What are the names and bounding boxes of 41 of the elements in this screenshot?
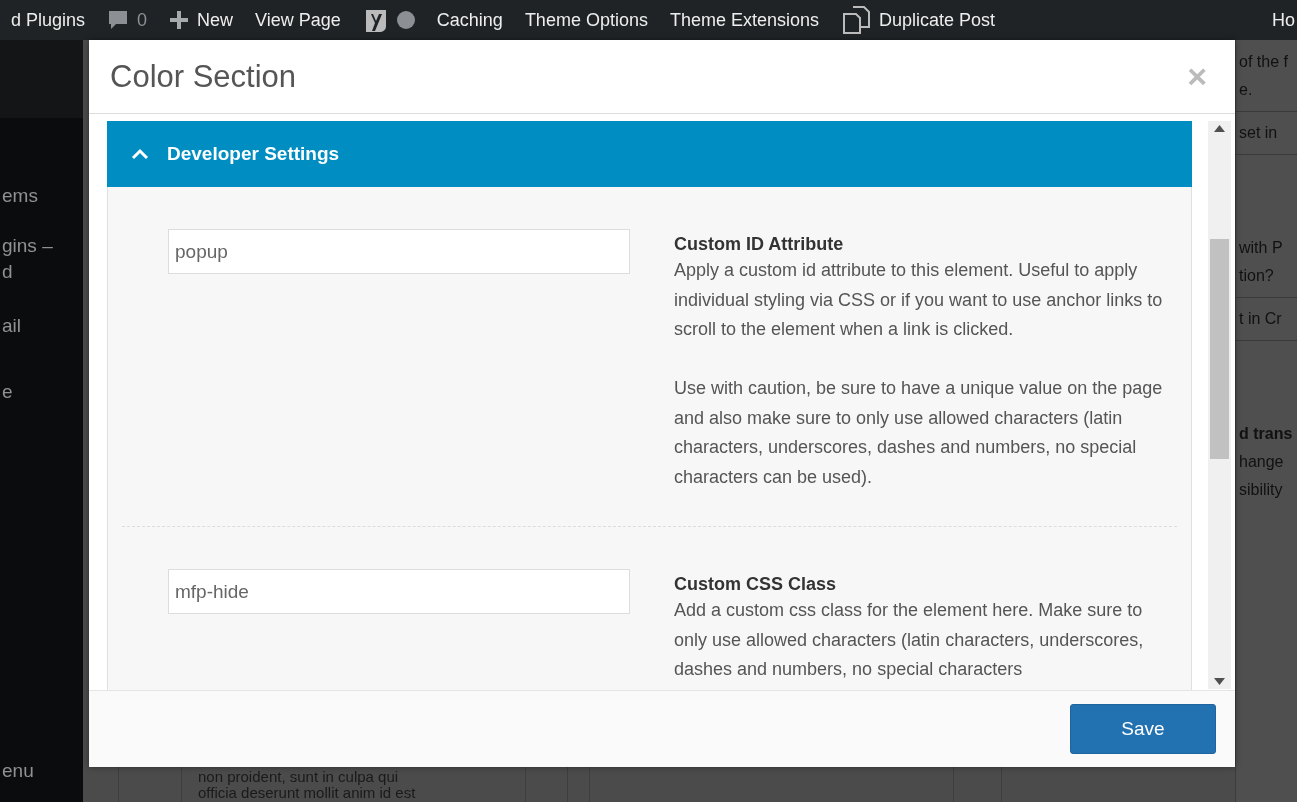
speech-bubble-icon <box>107 9 130 31</box>
background-text: hange <box>1238 452 1284 472</box>
admin-bar-link[interactable]: View Page <box>244 0 352 40</box>
chevron-up-icon <box>131 148 149 160</box>
background-text: tion? <box>1238 266 1274 286</box>
background-heading: d trans <box>1238 424 1293 444</box>
status-dot-icon <box>396 11 415 29</box>
admin-bar-link[interactable]: Theme Options <box>513 0 659 40</box>
menu-item[interactable]: ems <box>2 183 38 209</box>
field-description: Add a custom css class for the element here. Make sure to only use allowed characters (latin characters, underscores, dashes and numbers, no special characters <box>674 599 1145 681</box>
field-label: Custom ID Attribute <box>674 233 845 255</box>
accordion-header[interactable]: Developer Settings <box>107 121 1192 187</box>
admin-bar-link[interactable]: Caching <box>425 0 514 40</box>
field-label: Custom CSS Class <box>674 573 838 595</box>
background-text: t in Cr <box>1238 309 1282 329</box>
background-text: of the f <box>1238 52 1288 72</box>
new-link[interactable]: New <box>158 0 245 40</box>
text-field[interactable]: popup <box>168 229 630 274</box>
duplicate-post-link[interactable]: Duplicate Post <box>830 0 1007 40</box>
comments-link[interactable]: 0 <box>96 0 159 40</box>
background-text: set in <box>1238 123 1278 143</box>
background-text: with P <box>1238 238 1283 258</box>
modal-title: Color Section <box>110 58 297 95</box>
field-description: Use with caution, be sure to have a unique value on the page and also make sure to only use allowed characters (latin characters, underscores, dashes and numbers, no special characters can be used). <box>674 377 1164 489</box>
scrollbar[interactable] <box>1208 121 1231 689</box>
menu-item[interactable]: ail <box>2 313 21 339</box>
admin-bar-link[interactable]: d Plugins <box>0 0 97 40</box>
plus-icon <box>169 10 190 30</box>
field-description: Apply a custom id attribute to this element. Useful to apply individual styling via CSS or if you want to use anchor links to scroll to the element when a link is clicked. <box>674 259 1164 341</box>
scroll-up-icon <box>1214 125 1225 132</box>
menu-item[interactable]: gins – d <box>2 233 53 285</box>
collapse-menu[interactable]: enu <box>2 758 83 802</box>
background-text: e. <box>1238 80 1253 100</box>
scroll-down-icon <box>1214 678 1225 685</box>
background-text: sibility <box>1238 480 1283 500</box>
account-link[interactable]: Ho <box>1261 0 1297 40</box>
save-button[interactable]: Save <box>1070 704 1216 754</box>
text-field[interactable]: mfp-hide <box>168 569 630 614</box>
admin-bar-link[interactable]: Theme Extensions <box>658 0 830 40</box>
menu-item[interactable]: e <box>2 379 13 405</box>
duplicate-icon <box>841 5 871 35</box>
